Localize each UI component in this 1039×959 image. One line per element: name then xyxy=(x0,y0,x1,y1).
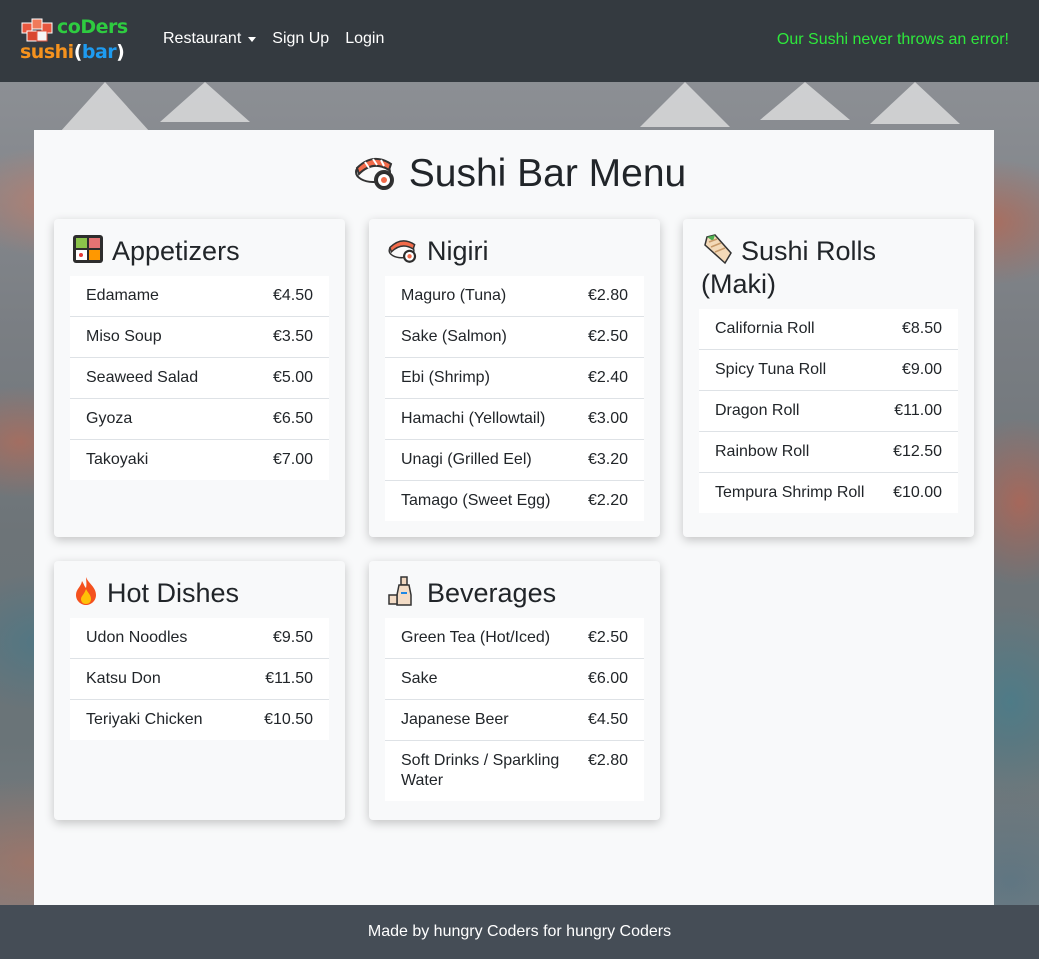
menu-item[interactable]: Ebi (Shrimp) €2.40 xyxy=(385,358,644,399)
category-title: Beverages xyxy=(369,561,660,610)
menu-item[interactable]: Sake €6.00 xyxy=(385,659,644,700)
menu-item[interactable]: Seaweed Salad €5.00 xyxy=(70,358,329,399)
menu-item[interactable]: Katsu Don €11.50 xyxy=(70,659,329,700)
signup-link[interactable]: Sign Up xyxy=(272,29,329,49)
bento-box-icon xyxy=(73,235,103,263)
category-title: Appetizers xyxy=(54,219,345,268)
brand-logo[interactable]: coDers sushi(bar) xyxy=(20,14,140,66)
sushi-icon xyxy=(388,240,417,263)
item-list: Maguro (Tuna) €2.80 Sake (Salmon) €2.50 Eb… xyxy=(385,276,644,521)
category-card-hot-dishes: Hot Dishes Udon Noodles €9.50 Katsu Don €1… xyxy=(54,561,345,820)
menu-item[interactable]: Dragon Roll €11.00 xyxy=(699,391,958,432)
caret-down-icon xyxy=(248,37,257,42)
menu-item[interactable]: California Roll €8.50 xyxy=(699,309,958,350)
menu-item[interactable]: Sake (Salmon) €2.50 xyxy=(385,317,644,358)
category-title: Hot Dishes xyxy=(54,561,345,610)
item-list: Udon Noodles €9.50 Katsu Don €11.50 Teriya… xyxy=(70,618,329,740)
item-list: Green Tea (Hot/Iced) €2.50 Sake €6.00 Japa… xyxy=(385,618,644,801)
menu-item[interactable]: Unagi (Grilled Eel) €3.20 xyxy=(385,440,644,481)
restaurant-dropdown[interactable]: Restaurant xyxy=(163,29,257,49)
category-card-beverages: Beverages Green Tea (Hot/Iced) €2.50 Sake… xyxy=(369,561,660,820)
menu-item[interactable]: Spicy Tuna Roll €9.00 xyxy=(699,350,958,391)
sushi-icon xyxy=(354,157,394,190)
item-list: Edamame €4.50 Miso Soup €3.50 Seaweed Sala… xyxy=(70,276,329,480)
footer: Made by hungry Coders for hungry Coders xyxy=(0,905,1039,959)
menu-item[interactable]: Gyoza €6.50 xyxy=(70,399,329,440)
menu-item[interactable]: Teriyaki Chicken €10.50 xyxy=(70,700,329,740)
sake-bottle-icon xyxy=(388,576,412,606)
menu-item[interactable]: Japanese Beer €4.50 xyxy=(385,700,644,741)
menu-item[interactable]: Takoyaki €7.00 xyxy=(70,440,329,480)
item-list: California Roll €8.50 Spicy Tuna Roll €9.0… xyxy=(699,309,958,513)
menu-item[interactable]: Udon Noodles €9.50 xyxy=(70,618,329,659)
menu-item[interactable]: Maguro (Tuna) €2.80 xyxy=(385,276,644,317)
menu-item[interactable]: Miso Soup €3.50 xyxy=(70,317,329,358)
menu-item[interactable]: Tamago (Sweet Egg) €2.20 xyxy=(385,481,644,521)
tagline: Our Sushi never throws an error! xyxy=(776,31,1009,48)
nav-links: Restaurant Sign Up Login xyxy=(163,29,384,49)
menu-item[interactable]: Soft Drinks / Sparkling Water €2.80 xyxy=(385,741,644,801)
category-title: Nigiri xyxy=(369,219,660,268)
page-title: Sushi Bar Menu xyxy=(0,148,1039,197)
category-card-appetizers: Appetizers Edamame €4.50 Miso Soup €3.50 S… xyxy=(54,219,345,537)
brand-line1: coDers xyxy=(57,16,128,38)
category-card-rolls: Sushi Rolls (Maki) California Roll €8.50 … xyxy=(683,219,974,537)
fire-icon xyxy=(76,577,96,605)
menu-item[interactable]: Green Tea (Hot/Iced) €2.50 xyxy=(385,618,644,659)
menu-item[interactable]: Rainbow Roll €12.50 xyxy=(699,432,958,473)
menu-item[interactable]: Tempura Shrimp Roll €10.00 xyxy=(699,473,958,513)
menu-item[interactable]: Edamame €4.50 xyxy=(70,276,329,317)
login-link[interactable]: Login xyxy=(345,29,384,49)
navbar: coDers sushi(bar) Restaurant Sign Up Log… xyxy=(0,0,1039,82)
category-title: Sushi Rolls (Maki) xyxy=(683,219,974,301)
burrito-icon xyxy=(704,234,732,265)
brand-line2: sushi(bar) xyxy=(20,41,125,63)
category-card-nigiri: Nigiri Maguro (Tuna) €2.80 Sake (Salmon) €… xyxy=(369,219,660,537)
menu-item[interactable]: Hamachi (Yellowtail) €3.00 xyxy=(385,399,644,440)
